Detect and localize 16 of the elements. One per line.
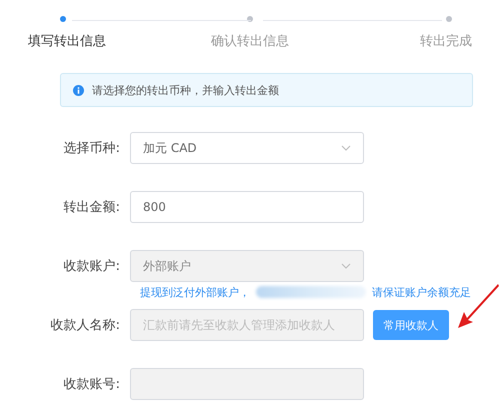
- step-label: 确认转出信息: [211, 33, 289, 50]
- chevron-icon: [341, 263, 351, 269]
- step-label: 填写转出信息: [28, 33, 106, 50]
- alert-text: 请选择您的转出币种，并输入转出金额: [92, 82, 279, 98]
- field-label: 转出金额:: [62, 199, 121, 216]
- hint-text: 请保证账户余额充足: [372, 284, 471, 300]
- hint-text: 提现到泛付外部账户，: [140, 284, 250, 300]
- field-label: 收款账户:: [62, 258, 121, 275]
- currency-select[interactable]: 加元 CAD: [130, 132, 364, 164]
- field-label: 收款账号:: [62, 376, 121, 393]
- info-icon: [73, 84, 84, 96]
- chevron-icon: [341, 145, 351, 151]
- input-field[interactable]: 800: [130, 191, 364, 223]
- field-label: 选择币种:: [62, 140, 121, 157]
- field-label: 收款人名称:: [50, 317, 121, 334]
- step-label: 转出完成: [420, 33, 472, 50]
